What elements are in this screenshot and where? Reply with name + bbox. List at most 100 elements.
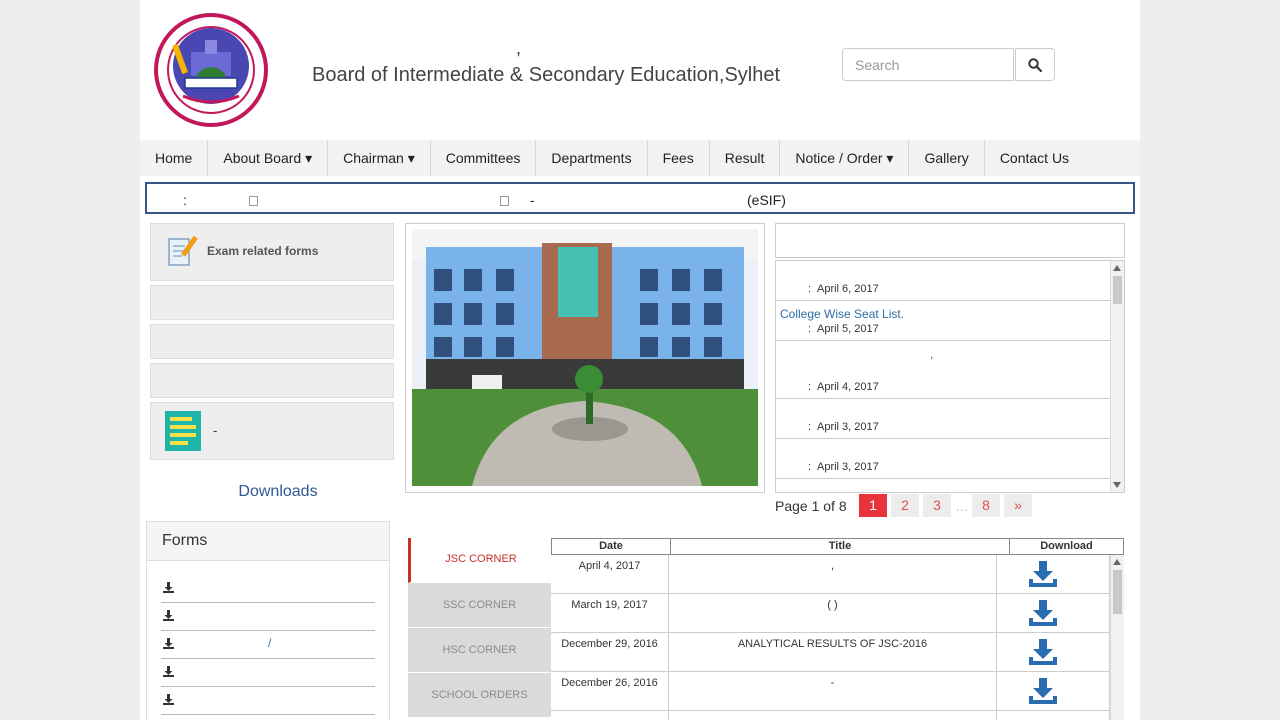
nav-chairman[interactable]: Chairman ▾ bbox=[328, 140, 431, 176]
page-ellipsis: … bbox=[955, 498, 969, 514]
tab-jsc-corner[interactable]: JSC CORNER bbox=[408, 538, 551, 583]
nav-fees[interactable]: Fees bbox=[648, 140, 710, 176]
side-panel-5[interactable]: - bbox=[150, 402, 394, 460]
scroll-thumb[interactable] bbox=[1113, 570, 1122, 614]
form-link[interactable]: / bbox=[161, 631, 375, 659]
document-icon bbox=[500, 196, 509, 206]
side-panel-2[interactable] bbox=[150, 285, 394, 320]
page-1-button[interactable]: 1 bbox=[859, 494, 887, 517]
scroll-thumb[interactable] bbox=[1113, 276, 1122, 304]
page-3-button[interactable]: 3 bbox=[923, 494, 951, 517]
form-pencil-icon bbox=[168, 235, 198, 266]
download-icon bbox=[163, 610, 174, 621]
row-date: December 26, 2016 bbox=[561, 677, 658, 689]
site-title: Board of Intermediate & Secondary Educat… bbox=[312, 64, 781, 86]
table-row bbox=[551, 711, 1110, 720]
side-panel-4[interactable] bbox=[150, 363, 394, 398]
scroll-up-arrow[interactable] bbox=[1113, 265, 1121, 271]
page-2-button[interactable]: 2 bbox=[891, 494, 919, 517]
form-link[interactable] bbox=[161, 659, 375, 687]
row-title: - bbox=[830, 677, 835, 689]
main-nav: Home About Board ▾ Chairman ▾ Committees… bbox=[140, 140, 1140, 176]
page-container: , Board of Intermediate & Secondary Educ… bbox=[140, 0, 1140, 720]
table-body: April 4, 2017 , March 19, 2017 ( ) Decem… bbox=[551, 555, 1124, 720]
form-link[interactable] bbox=[161, 687, 375, 715]
marquee-dash: - bbox=[530, 192, 535, 208]
corner-section: JSC CORNER SSC CORNER HSC CORNER SCHOOL … bbox=[408, 538, 1124, 720]
news-marquee[interactable]: : - (eSIF) bbox=[145, 182, 1135, 214]
search-icon bbox=[1028, 57, 1042, 72]
notice-board-header bbox=[775, 223, 1125, 258]
exam-forms-panel[interactable]: Exam related forms bbox=[150, 223, 394, 281]
nav-committees[interactable]: Committees bbox=[431, 140, 537, 176]
notice-date: April 6, 2017 bbox=[817, 283, 879, 295]
table-scrollbar[interactable] bbox=[1110, 555, 1124, 720]
notice-item[interactable]: College Wise Seat List. : April 5, 2017 bbox=[776, 301, 1110, 341]
side-panel-5-label: - bbox=[213, 423, 218, 438]
board-logo[interactable] bbox=[153, 12, 269, 128]
download-icon bbox=[163, 638, 174, 649]
form-link[interactable] bbox=[161, 575, 375, 603]
document-icon bbox=[249, 196, 258, 206]
nav-departments[interactable]: Departments bbox=[536, 140, 648, 176]
column-title: Title bbox=[828, 540, 852, 552]
notice-item[interactable]: : April 6, 2017 bbox=[776, 261, 1110, 301]
download-icon bbox=[163, 666, 174, 677]
nav-result[interactable]: Result bbox=[710, 140, 781, 176]
forms-panel: Forms / bbox=[146, 521, 390, 720]
download-icon[interactable] bbox=[1029, 639, 1057, 665]
page-info: Page 1 of 8 bbox=[775, 498, 847, 514]
column-download: Download bbox=[1040, 540, 1093, 552]
table-row: December 26, 2016 - bbox=[551, 672, 1110, 711]
table-header: Date Title Download bbox=[551, 538, 1124, 555]
list-document-icon bbox=[165, 411, 201, 451]
nav-gallery[interactable]: Gallery bbox=[909, 140, 985, 176]
row-date: April 4, 2017 bbox=[578, 560, 641, 572]
scroll-up-arrow[interactable] bbox=[1113, 559, 1121, 565]
forms-heading: Forms bbox=[147, 522, 389, 561]
row-title: ANALYTICAL RESULTS OF JSC-2016 bbox=[737, 638, 928, 650]
form-link[interactable] bbox=[161, 603, 375, 631]
notice-scrollbar[interactable] bbox=[1110, 261, 1124, 492]
photo-frame bbox=[405, 223, 765, 493]
notice-item[interactable]: , : April 4, 2017 bbox=[776, 341, 1110, 399]
row-title: ( ) bbox=[827, 599, 838, 611]
marquee-esif[interactable]: (eSIF) bbox=[747, 192, 786, 208]
download-icon[interactable] bbox=[1029, 600, 1057, 626]
exam-forms-label: Exam related forms bbox=[207, 244, 319, 258]
search-input[interactable] bbox=[842, 48, 1014, 81]
column-date: Date bbox=[599, 540, 623, 552]
nav-home[interactable]: Home bbox=[140, 140, 209, 176]
notice-date: April 5, 2017 bbox=[817, 323, 879, 335]
notice-date: April 3, 2017 bbox=[817, 421, 879, 433]
notice-list: : April 6, 2017 College Wise Seat List. … bbox=[775, 260, 1125, 493]
page-8-button[interactable]: 8 bbox=[972, 494, 1000, 517]
download-icon[interactable] bbox=[1029, 561, 1057, 587]
nav-about-board[interactable]: About Board ▾ bbox=[208, 140, 329, 176]
download-icon bbox=[163, 582, 174, 593]
notice-item[interactable]: : April 3, 2017 bbox=[776, 399, 1110, 439]
search-button[interactable] bbox=[1015, 48, 1055, 81]
downloads-heading: Downloads bbox=[238, 483, 318, 500]
nav-contact-us[interactable]: Contact Us bbox=[985, 140, 1084, 176]
table-row: April 4, 2017 , bbox=[551, 555, 1110, 594]
notice-date: April 4, 2017 bbox=[817, 381, 879, 393]
side-panel-3[interactable] bbox=[150, 324, 394, 359]
download-icon bbox=[163, 694, 174, 705]
tab-ssc-corner[interactable]: SSC CORNER bbox=[408, 583, 551, 628]
scroll-down-arrow[interactable] bbox=[1113, 482, 1121, 488]
tab-school-orders[interactable]: SCHOOL ORDERS bbox=[408, 673, 551, 718]
download-icon[interactable] bbox=[1029, 678, 1057, 704]
marquee-colon: : bbox=[183, 192, 187, 208]
tab-hsc-corner[interactable]: HSC CORNER bbox=[408, 628, 551, 673]
nav-notice-order[interactable]: Notice / Order ▾ bbox=[780, 140, 910, 176]
next-page-button[interactable]: » bbox=[1004, 494, 1032, 517]
table-row: December 29, 2016 ANALYTICAL RESULTS OF … bbox=[551, 633, 1110, 672]
row-date: December 29, 2016 bbox=[561, 638, 658, 650]
title-comma: , bbox=[516, 38, 522, 58]
notice-item[interactable]: : April 3, 2017 bbox=[776, 439, 1110, 479]
table-row: March 19, 2017 ( ) bbox=[551, 594, 1110, 633]
notice-date: April 3, 2017 bbox=[817, 461, 879, 473]
row-date: March 19, 2017 bbox=[571, 599, 648, 611]
row-title: , bbox=[830, 560, 835, 572]
